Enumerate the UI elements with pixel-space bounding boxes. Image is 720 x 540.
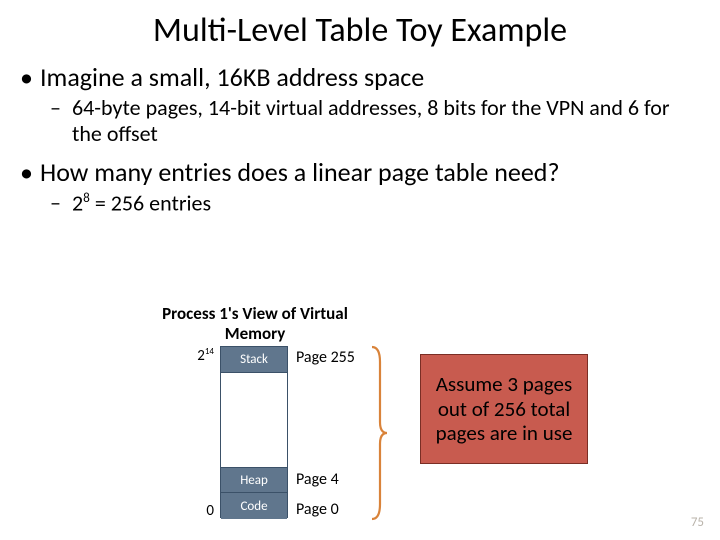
segment-gap — [221, 373, 287, 467]
memory-bar: Stack Heap Code — [220, 346, 288, 518]
exp-sup: 8 — [83, 189, 90, 206]
segment-stack: Stack — [221, 347, 287, 373]
page-label-0: Page 0 — [296, 500, 339, 519]
bullet-list: Imagine a small, 16KB address space 64-b… — [0, 61, 720, 217]
segment-heap: Heap — [221, 467, 287, 493]
axis-top-label: 214 — [164, 346, 214, 365]
exp-rest: = 256 entries — [90, 189, 211, 216]
bullet-1: Imagine a small, 16KB address space — [14, 61, 692, 93]
exp-base: 2 — [72, 189, 83, 216]
subbullet-1: 64-byte pages, 14-bit virtual addresses,… — [14, 95, 692, 148]
slide-title: Multi-Level Table Toy Example — [0, 0, 720, 55]
callout-box: Assume 3 pages out of 256 total pages ar… — [420, 354, 588, 464]
axis-bottom-label: 0 — [164, 502, 214, 520]
subbullet-2: 28 = 256 entries — [14, 190, 692, 217]
diagram-title: Process 1's View of Virtual Memory — [155, 304, 355, 343]
page-label-255: Page 255 — [296, 348, 355, 367]
brace-icon — [370, 344, 388, 522]
slide-number: 75 — [691, 515, 704, 530]
segment-code: Code — [221, 493, 287, 519]
page-label-4: Page 4 — [296, 470, 339, 489]
bullet-2: How many entries does a linear page tabl… — [14, 156, 692, 188]
